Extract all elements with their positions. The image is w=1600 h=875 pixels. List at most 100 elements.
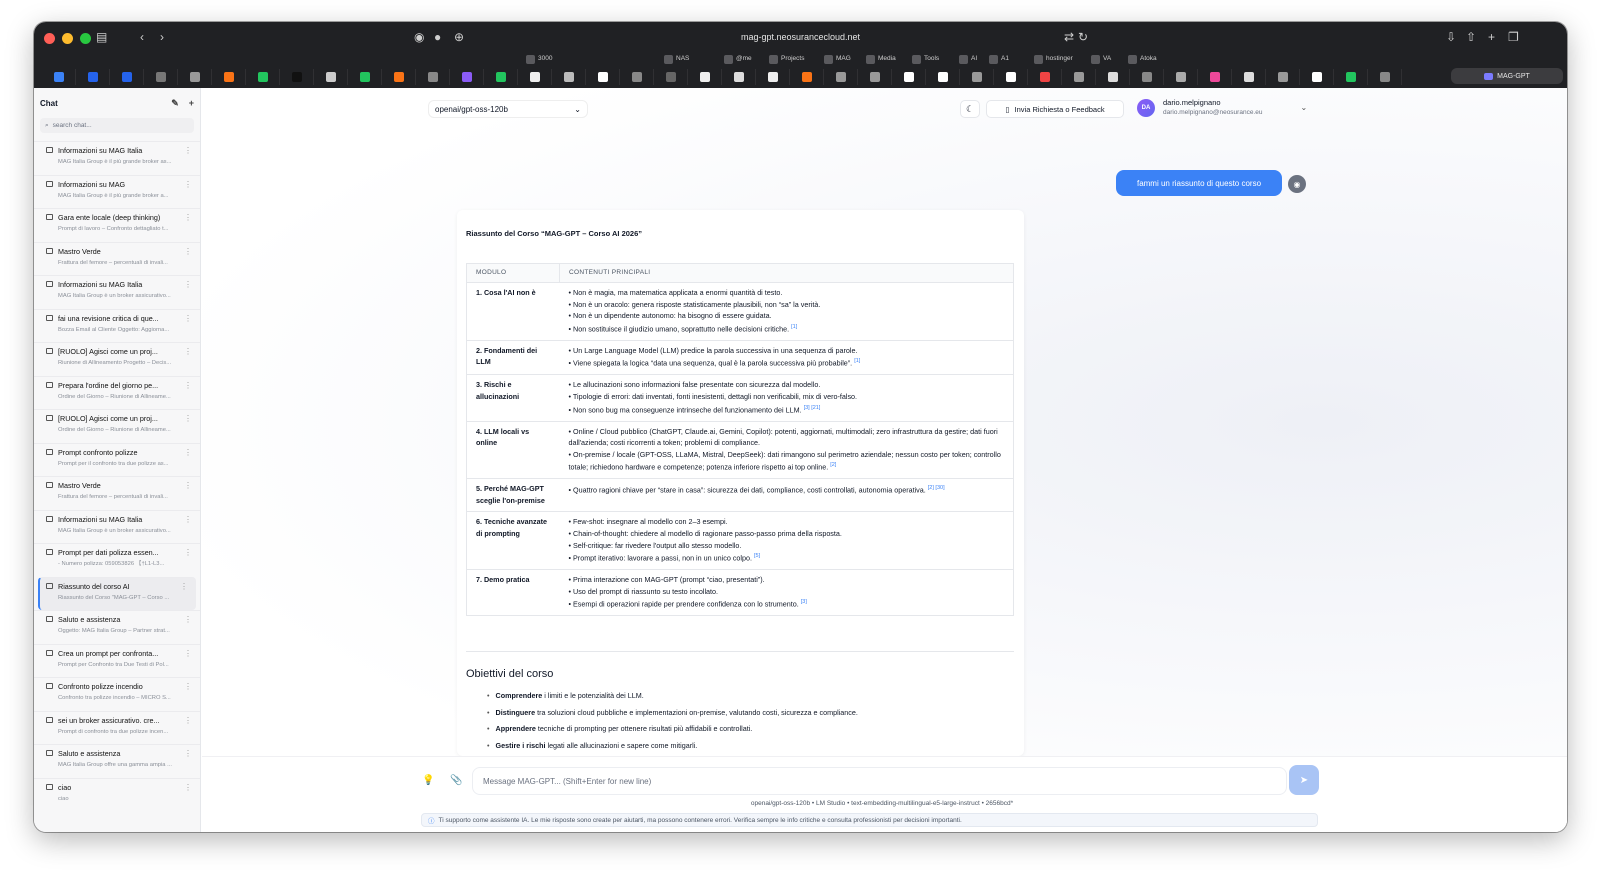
- new-chat-icon[interactable]: +: [189, 98, 194, 108]
- chat-list-item[interactable]: Prepara l'ordine del giorno pe... Ordine …: [34, 375, 200, 410]
- more-options-icon[interactable]: ⋮: [184, 146, 192, 155]
- more-options-icon[interactable]: ⋮: [184, 682, 192, 691]
- pinned-tab[interactable]: [1368, 69, 1402, 85]
- bookmark-folder[interactable]: hostinger: [1034, 52, 1073, 66]
- pinned-tab[interactable]: [76, 69, 110, 85]
- pinned-tab[interactable]: [1198, 69, 1232, 85]
- chat-list-item[interactable]: Mastro Verde Frattura del femore – percen…: [34, 476, 200, 510]
- more-options-icon[interactable]: ⋮: [184, 448, 192, 457]
- feedback-button[interactable]: ▯ Invia Richiesta o Feedback: [986, 100, 1124, 118]
- search-chat-input[interactable]: ⌕ search chat...: [40, 118, 194, 133]
- bookmark-folder[interactable]: @me: [724, 52, 752, 66]
- pinned-tab[interactable]: [314, 69, 348, 85]
- chat-list-item[interactable]: Informazioni su MAG Italia MAG Italia Gro…: [34, 141, 200, 175]
- reload-icon[interactable]: ↻: [1078, 30, 1088, 44]
- more-options-icon[interactable]: ⋮: [184, 615, 192, 624]
- pinned-tab[interactable]: [416, 69, 450, 85]
- chat-list-item[interactable]: sei un broker assicurativo. cre... Prompt…: [34, 710, 200, 745]
- pinned-tab[interactable]: [280, 69, 314, 85]
- citation-link[interactable]: [2]: [830, 462, 836, 468]
- tab-overview-icon[interactable]: ❐: [1508, 30, 1519, 44]
- model-selector[interactable]: openai/gpt-oss-120b ⌄: [428, 100, 588, 118]
- chat-list-item[interactable]: fai una revisione critica di que... Bozza…: [34, 308, 200, 343]
- bookmark-item[interactable]: 3000: [526, 52, 552, 66]
- user-menu[interactable]: DA dario.melpignano dario.melpignano@neo…: [1137, 98, 1307, 117]
- bookmark-folder[interactable]: MAG: [824, 52, 851, 66]
- citation-link[interactable]: [2] [30]: [928, 485, 945, 491]
- pinned-tab[interactable]: [688, 69, 722, 85]
- bookmark-folder[interactable]: AI: [959, 52, 977, 66]
- pinned-tab[interactable]: [1266, 69, 1300, 85]
- citation-link[interactable]: [1]: [854, 358, 860, 364]
- bookmark-folder[interactable]: Projects: [769, 52, 804, 66]
- chat-list-item[interactable]: Prompt confronto polizze Prompt per il co…: [34, 442, 200, 477]
- more-options-icon[interactable]: ⋮: [184, 548, 192, 557]
- pinned-tab[interactable]: [212, 69, 246, 85]
- pinned-tab[interactable]: [110, 69, 144, 85]
- chat-list-item[interactable]: ciao ciao ⋮: [34, 777, 200, 812]
- more-options-icon[interactable]: ⋮: [184, 481, 192, 490]
- chat-list-item[interactable]: [RUOLO] Agisci come un proj... Ordine del…: [34, 409, 200, 443]
- pinned-tab[interactable]: [1164, 69, 1198, 85]
- pinned-tab[interactable]: [246, 69, 280, 85]
- more-options-icon[interactable]: ⋮: [184, 247, 192, 256]
- more-options-icon[interactable]: ⋮: [184, 314, 192, 323]
- chat-list-item[interactable]: Informazioni su MAG Italia MAG Italia Gro…: [34, 509, 200, 544]
- more-options-icon[interactable]: ⋮: [180, 582, 188, 591]
- more-options-icon[interactable]: ⋮: [184, 783, 192, 792]
- pinned-tab[interactable]: [960, 69, 994, 85]
- pinned-tab[interactable]: [620, 69, 654, 85]
- chat-list-item[interactable]: Saluto e assistenza MAG Italia Group offr…: [34, 744, 200, 778]
- pinned-tab[interactable]: [586, 69, 620, 85]
- chat-list-item[interactable]: Crea un prompt per confronta... Prompt pe…: [34, 643, 200, 678]
- pinned-tab[interactable]: [178, 69, 212, 85]
- more-options-icon[interactable]: ⋮: [184, 347, 192, 356]
- pinned-tab[interactable]: [892, 69, 926, 85]
- bookmark-folder[interactable]: Tools: [912, 52, 939, 66]
- bookmark-item[interactable]: Atoka: [1128, 52, 1157, 66]
- pinned-tab[interactable]: [858, 69, 892, 85]
- citation-link[interactable]: [3] [21]: [804, 405, 821, 411]
- chat-list-item[interactable]: [RUOLO] Agisci come un proj... Riunione d…: [34, 342, 200, 376]
- more-options-icon[interactable]: ⋮: [184, 515, 192, 524]
- pinned-tab[interactable]: [824, 69, 858, 85]
- more-options-icon[interactable]: ⋮: [184, 381, 192, 390]
- message-input[interactable]: Message MAG-GPT... (Shift+Enter for new …: [472, 767, 1287, 795]
- citation-link[interactable]: [3]: [801, 599, 807, 605]
- pinned-tab[interactable]: [382, 69, 416, 85]
- pinned-tab[interactable]: [1300, 69, 1334, 85]
- pinned-tab[interactable]: [1028, 69, 1062, 85]
- paperclip-icon[interactable]: 📎: [450, 775, 462, 786]
- chat-list-item[interactable]: Informazioni su MAG MAG Italia Group è il…: [34, 174, 200, 209]
- pinned-tab[interactable]: [42, 69, 76, 85]
- chat-list-item[interactable]: Riassunto del corso AI Riassunto del Cors…: [38, 576, 196, 610]
- pinned-tab[interactable]: [552, 69, 586, 85]
- more-options-icon[interactable]: ⋮: [184, 414, 192, 423]
- pinned-tab[interactable]: [994, 69, 1028, 85]
- pinned-tab[interactable]: [518, 69, 552, 85]
- bookmark-folder[interactable]: A1: [989, 52, 1009, 66]
- more-options-icon[interactable]: ⋮: [184, 180, 192, 189]
- more-options-icon[interactable]: ⋮: [184, 280, 192, 289]
- chat-list-item[interactable]: Gara ente locale (deep thinking) Prompt d…: [34, 208, 200, 242]
- edit-icon[interactable]: ✎: [171, 98, 179, 109]
- pinned-tab[interactable]: [756, 69, 790, 85]
- pinned-tab[interactable]: [1334, 69, 1368, 85]
- new-tab-icon[interactable]: +: [1488, 30, 1495, 44]
- bookmark-folder[interactable]: VA: [1091, 52, 1111, 66]
- more-options-icon[interactable]: ⋮: [184, 749, 192, 758]
- bookmark-item[interactable]: NAS: [664, 52, 689, 66]
- bookmark-folder[interactable]: Media: [866, 52, 896, 66]
- chat-list-item[interactable]: Informazioni su MAG Italia MAG Italia Gro…: [34, 275, 200, 309]
- chat-list-item[interactable]: Confronto polizze incendio Confronto tra …: [34, 677, 200, 711]
- theme-toggle-button[interactable]: ☾: [960, 100, 980, 118]
- lightbulb-icon[interactable]: 💡: [422, 775, 434, 786]
- chat-list-item[interactable]: Saluto e assistenza Oggetto: MAG Italia G…: [34, 610, 200, 644]
- translate-icon[interactable]: ⇄: [1064, 30, 1074, 44]
- active-tab[interactable]: MAG-GPT: [1451, 68, 1563, 84]
- pinned-tab[interactable]: [1062, 69, 1096, 85]
- chat-list-item[interactable]: Mastro Verde Frattura del femore – percen…: [34, 241, 200, 276]
- chat-list-item[interactable]: Prompt per dati polizza essen... - Numero…: [34, 543, 200, 577]
- pinned-tab[interactable]: [1130, 69, 1164, 85]
- send-button[interactable]: ➤: [1289, 765, 1319, 795]
